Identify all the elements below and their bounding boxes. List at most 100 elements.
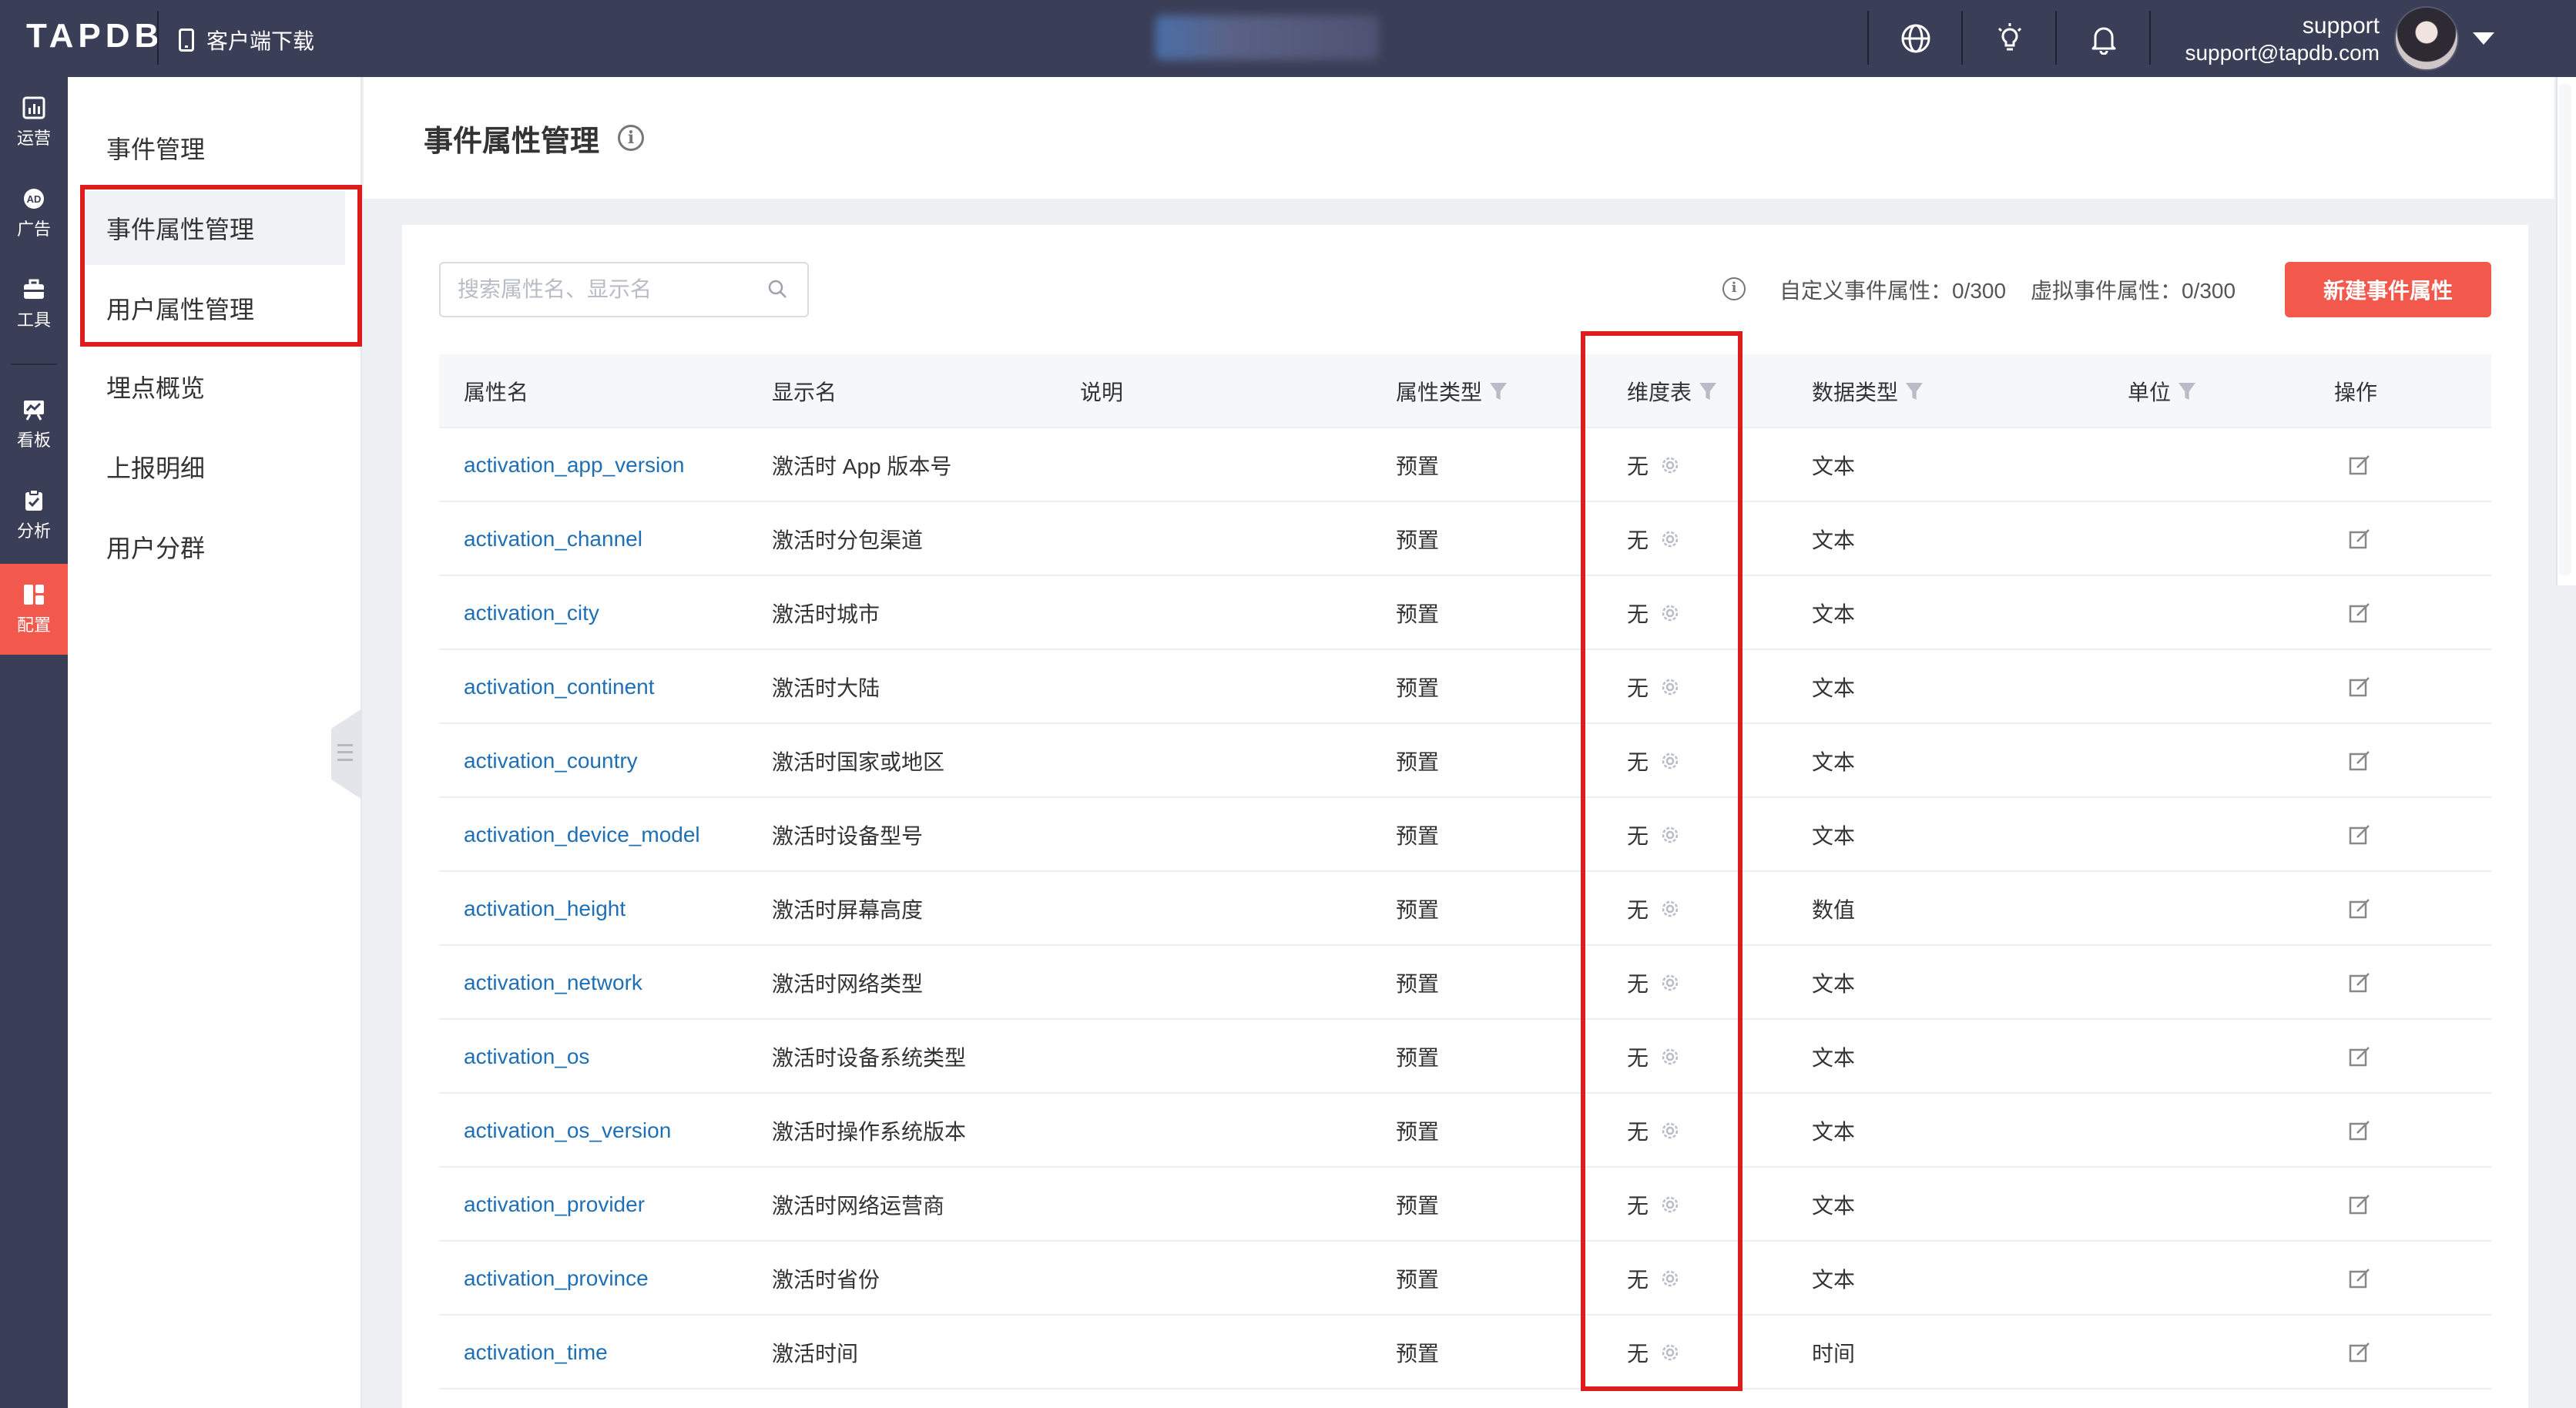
edit-icon[interactable]	[2348, 676, 2371, 699]
lightbulb-icon[interactable]	[1991, 19, 2029, 58]
rail-item-operations[interactable]: 运营	[0, 77, 68, 168]
property-name-link[interactable]: activation_height	[464, 897, 626, 921]
table-row: activation_os 激活时设备系统类型 预置 无 文本	[439, 1020, 2491, 1094]
info-icon[interactable]: i	[618, 125, 644, 151]
edit-icon[interactable]	[2348, 454, 2371, 477]
gear-icon[interactable]	[1659, 602, 1681, 624]
chevron-down-icon[interactable]	[2473, 32, 2494, 45]
table-row: activation_continent 激活时大陆 预置 无 文本	[439, 650, 2491, 724]
client-download-link[interactable]: 客户端下载	[179, 23, 314, 57]
property-name-cell: activation_height	[464, 872, 626, 946]
rail-item-analysis[interactable]: 分析	[0, 470, 68, 561]
property-name-link[interactable]: activation_province	[464, 1266, 649, 1291]
gear-icon[interactable]	[1659, 1194, 1681, 1215]
edit-icon[interactable]	[2348, 1341, 2371, 1364]
edit-icon[interactable]	[2348, 749, 2371, 773]
table-row: activation_height 激活时屏幕高度 预置 无 数值	[439, 872, 2491, 946]
dimension-table-cell: 无	[1627, 946, 1681, 1020]
tapdb-logo[interactable]: TAPDB	[26, 17, 163, 55]
rail-item-ads[interactable]: AD 广告	[0, 168, 68, 259]
property-name-link[interactable]: activation_country	[464, 749, 638, 773]
subnav-item-user-segments[interactable]: 用户分群	[82, 510, 345, 584]
rail-item-tools[interactable]: 工具	[0, 259, 68, 350]
gear-icon[interactable]	[1659, 1268, 1681, 1289]
dimension-table-value: 无	[1627, 1194, 1649, 1218]
property-name-link[interactable]: activation_os_version	[464, 1118, 671, 1143]
filter-icon[interactable]	[1490, 383, 1508, 400]
table-row: activation_app_version 激活时 App 版本号 预置 无 文本	[439, 428, 2491, 502]
dimension-table-value: 无	[1627, 676, 1649, 700]
svg-text:AD: AD	[27, 193, 42, 205]
property-type-cell: 预置	[1396, 676, 1440, 700]
scrollbar-thumb[interactable]	[2559, 83, 2571, 576]
subnav-item-event-property-management[interactable]: 事件属性管理	[82, 191, 345, 265]
avatar[interactable]	[2394, 6, 2459, 71]
property-name-link[interactable]: activation_channel	[464, 527, 642, 551]
filter-icon[interactable]	[1699, 383, 1717, 400]
property-name-link[interactable]: activation_os	[464, 1044, 589, 1069]
table-row: activation_provider 激活时网络运营商 预置 无 文本	[439, 1168, 2491, 1242]
user-email: support@tapdb.com	[2185, 41, 2380, 65]
data-type-cell: 文本	[1812, 1046, 1856, 1070]
dimension-table-cell: 无	[1627, 1242, 1681, 1316]
dimension-table-value: 无	[1627, 454, 1649, 478]
property-name-cell: activation_device_model	[464, 798, 700, 872]
edit-icon[interactable]	[2348, 1045, 2371, 1068]
menu-lines-icon[interactable]	[337, 744, 353, 761]
filter-icon[interactable]	[2179, 383, 2196, 400]
gear-icon[interactable]	[1659, 824, 1681, 846]
gear-icon[interactable]	[1659, 1120, 1681, 1141]
edit-icon[interactable]	[2348, 602, 2371, 625]
virtual-property-quota: 虚拟事件属性：0/300	[2031, 279, 2236, 303]
property-name-link[interactable]: activation_app_version	[464, 453, 684, 478]
filter-icon[interactable]	[1906, 383, 1924, 400]
edit-icon[interactable]	[2348, 528, 2371, 551]
rail-item-label: 运营	[16, 129, 51, 148]
gear-icon[interactable]	[1659, 528, 1681, 550]
property-name-link[interactable]: activation_city	[464, 601, 599, 625]
dimension-table-value: 无	[1627, 972, 1649, 996]
gear-icon[interactable]	[1659, 1342, 1681, 1363]
display-name-cell: 激活时大陆	[772, 676, 880, 700]
edit-icon[interactable]	[2348, 971, 2371, 994]
display-name-cell: 激活时屏幕高度	[772, 898, 924, 922]
search-icon[interactable]	[767, 279, 787, 299]
gear-icon[interactable]	[1659, 676, 1681, 698]
column-header-property-name: 属性名	[464, 380, 529, 404]
rail-item-config[interactable]: 配置	[0, 564, 68, 655]
property-name-link[interactable]: activation_continent	[464, 675, 655, 699]
gear-icon[interactable]	[1659, 972, 1681, 994]
data-type-cell: 文本	[1812, 1268, 1856, 1292]
gear-icon[interactable]	[1659, 750, 1681, 772]
property-type-cell: 预置	[1396, 1046, 1440, 1070]
bell-icon[interactable]	[2085, 19, 2123, 58]
property-name-link[interactable]: activation_provider	[464, 1192, 645, 1217]
edit-icon[interactable]	[2348, 1119, 2371, 1142]
rail-item-dashboard[interactable]: 看板	[0, 379, 68, 470]
edit-icon[interactable]	[2348, 1267, 2371, 1290]
search-box[interactable]	[439, 262, 809, 317]
client-download-label: 客户端下载	[206, 29, 315, 53]
app-switcher-blurred[interactable]	[1156, 15, 1379, 60]
table-row: activation_country 激活时国家或地区 预置 无 文本	[439, 724, 2491, 798]
new-event-property-button[interactable]: 新建事件属性	[2285, 262, 2491, 317]
gear-icon[interactable]	[1659, 898, 1681, 920]
language-globe-icon[interactable]	[1897, 19, 1935, 58]
edit-icon[interactable]	[2348, 823, 2371, 846]
actions-cell	[2348, 650, 2371, 724]
subnav-item-user-property-management[interactable]: 用户属性管理	[82, 271, 345, 345]
property-name-link[interactable]: activation_time	[464, 1340, 608, 1365]
actions-cell	[2348, 1316, 2371, 1390]
subnav-item-report-details[interactable]: 上报明细	[82, 430, 345, 504]
user-menu[interactable]: support support@tapdb.com	[2185, 12, 2380, 66]
property-name-link[interactable]: activation_device_model	[464, 823, 700, 847]
search-input[interactable]	[458, 276, 750, 303]
edit-icon[interactable]	[2348, 897, 2371, 920]
gear-icon[interactable]	[1659, 454, 1681, 476]
gear-icon[interactable]	[1659, 1046, 1681, 1068]
property-name-link[interactable]: activation_network	[464, 971, 642, 995]
subnav-item-tracking-overview[interactable]: 埋点概览	[82, 350, 345, 424]
edit-icon[interactable]	[2348, 1193, 2371, 1216]
quota-info-icon[interactable]: i	[1722, 277, 1746, 300]
subnav-item-event-management[interactable]: 事件管理	[82, 111, 345, 185]
